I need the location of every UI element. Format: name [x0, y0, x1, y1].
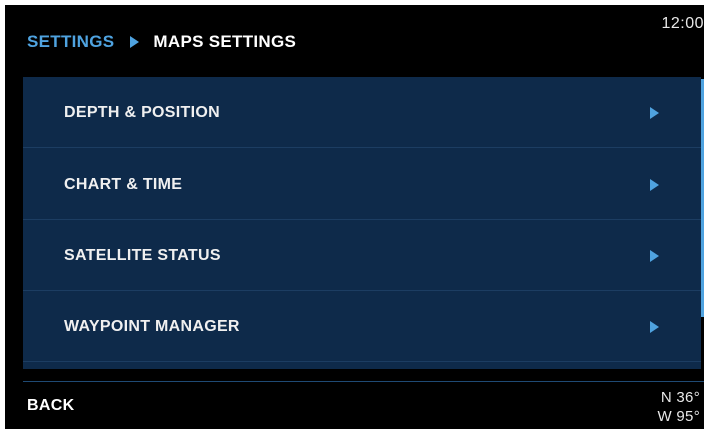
menu-item-satellite-status[interactable]: SATELLITE STATUS [23, 220, 701, 291]
settings-menu: DEPTH & POSITION CHART & TIME SATELLITE … [23, 77, 701, 369]
menu-item-label: SATELLITE STATUS [64, 247, 221, 264]
back-button[interactable]: BACK [27, 397, 74, 415]
clock: 12:00 [661, 15, 704, 32]
chevron-right-icon [650, 321, 659, 333]
menu-item-chart-time[interactable]: CHART & TIME [23, 149, 701, 220]
menu-item-label: WAYPOINT MANAGER [64, 318, 240, 335]
page-title: MAPS SETTINGS [153, 32, 297, 51]
gps-coordinates: N 36° W 95° [657, 388, 700, 426]
device-display: SETTINGS MAPS SETTINGS 12:00 DEPTH & POS… [5, 5, 704, 429]
longitude-readout: W 95° [657, 408, 700, 425]
breadcrumb-separator-icon [130, 36, 140, 48]
menu-item-depth-position[interactable]: DEPTH & POSITION [23, 77, 701, 148]
menu-item-waypoint-manager[interactable]: WAYPOINT MANAGER [23, 291, 701, 362]
menu-item-label: CHART & TIME [64, 176, 183, 193]
chevron-right-icon [650, 179, 659, 191]
chevron-right-icon [650, 250, 659, 262]
breadcrumb: SETTINGS MAPS SETTINGS [27, 31, 296, 53]
latitude-readout: N 36° [660, 389, 700, 406]
footer-divider [23, 381, 704, 382]
chevron-right-icon [650, 107, 659, 119]
breadcrumb-settings-link[interactable]: SETTINGS [27, 32, 114, 52]
menu-item-label: DEPTH & POSITION [64, 104, 220, 121]
scrollbar[interactable] [701, 79, 704, 317]
screen: SETTINGS MAPS SETTINGS 12:00 DEPTH & POS… [0, 0, 709, 434]
